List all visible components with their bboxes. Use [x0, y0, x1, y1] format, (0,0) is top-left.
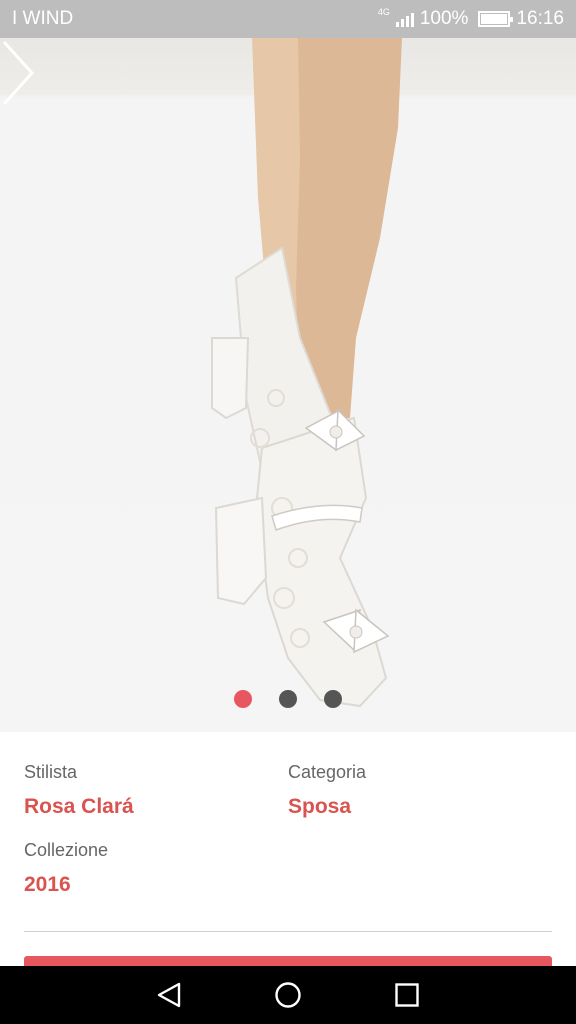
- collection-label: Collezione: [24, 840, 109, 860]
- carousel-indicator: [0, 690, 576, 710]
- category-field: Categoria Sposa: [288, 762, 366, 819]
- carrier-name: I WIND: [12, 8, 74, 29]
- stylist-field: Stilista Rosa Clará: [24, 762, 134, 819]
- clock: 16:16: [516, 8, 564, 29]
- home-button[interactable]: [268, 975, 308, 1015]
- shoe-photo: [211, 38, 402, 708]
- carousel-dot-1[interactable]: [234, 690, 252, 708]
- category-label: Categoria: [288, 762, 367, 782]
- front-leg: [296, 38, 402, 418]
- status-bar: I WIND 4G 100% 16:16: [0, 0, 576, 38]
- collection-field: Collezione 2016: [24, 840, 108, 897]
- collection-value: 2016: [24, 873, 71, 896]
- back-button[interactable]: [149, 975, 189, 1015]
- recents-button[interactable]: [387, 975, 427, 1015]
- stylist-value[interactable]: Rosa Clará: [24, 795, 134, 819]
- carousel-dot-2[interactable]: [279, 690, 297, 708]
- status-indicators: 4G 100% 16:16: [377, 7, 564, 30]
- home-circle-icon: [275, 982, 301, 1008]
- back-triangle-icon: [158, 982, 181, 1008]
- divider: [24, 931, 552, 932]
- back-shoe-heel: [211, 337, 250, 420]
- carousel-dot-3[interactable]: [324, 690, 342, 708]
- chevron-right-icon[interactable]: [0, 38, 36, 108]
- battery-percent: 100%: [419, 8, 469, 29]
- recents-square-icon: [394, 983, 419, 1007]
- front-shoe-heel: [214, 496, 268, 606]
- product-image-carousel[interactable]: [0, 38, 576, 732]
- network-type: 4G: [377, 7, 390, 17]
- navigation-bar: [0, 966, 576, 1024]
- signal-icon: [395, 11, 414, 27]
- category-value[interactable]: Sposa: [288, 795, 366, 819]
- battery-icon: [478, 11, 514, 27]
- stylist-label: Stilista: [24, 762, 78, 782]
- front-shoe: [254, 416, 388, 708]
